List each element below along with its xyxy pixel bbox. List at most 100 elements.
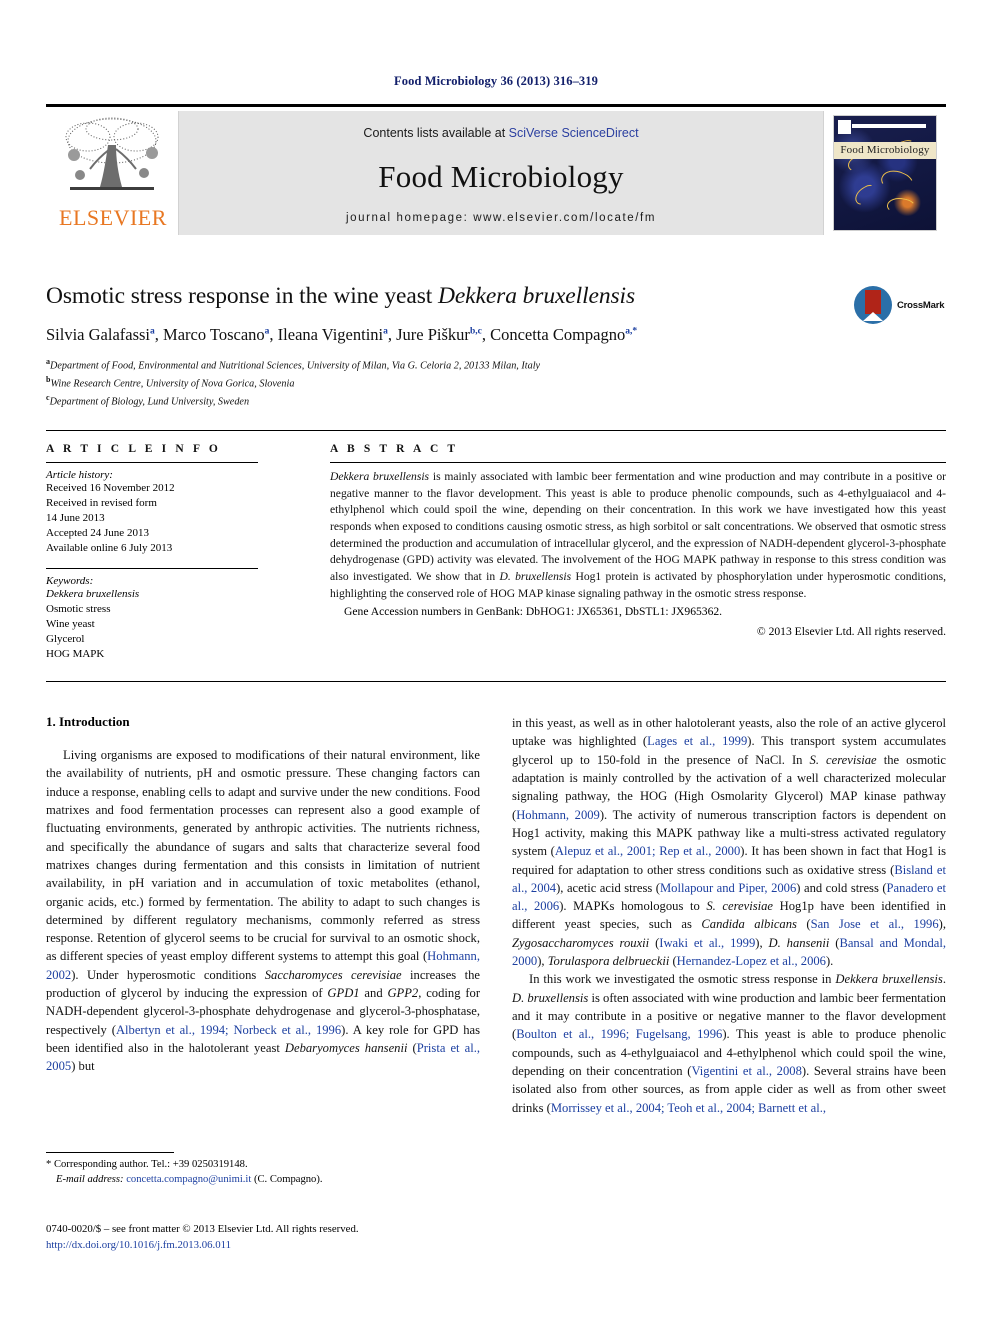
journal-masthead: ELSEVIER Contents lists available at Sci…	[46, 104, 946, 235]
journal-banner: Contents lists available at SciVerse Sci…	[178, 111, 824, 235]
abstract-body: is mainly associated with lambic beer fe…	[330, 470, 946, 584]
accession-gene-1: DbHOG1	[525, 604, 572, 618]
elsevier-tree-icon	[58, 115, 166, 199]
body-column-left: 1. Introduction Living organisms are exp…	[46, 714, 480, 1117]
contents-available-line: Contents lists available at SciVerse Sci…	[179, 126, 823, 140]
accession-number-2: : JX965362.	[665, 604, 723, 618]
journal-title: Food Microbiology	[378, 159, 624, 194]
keyword-item: Osmotic stress	[46, 602, 111, 615]
affiliation-line: aDepartment of Food, Environmental and N…	[46, 356, 946, 374]
author-affiliation-marker: a	[383, 326, 388, 337]
citation-link[interactable]: Hohmann, 2002	[46, 949, 480, 981]
left-column-paragraphs: Living organisms are exposed to modifica…	[46, 746, 480, 1076]
running-head: Food Microbiology 36 (2013) 316–319	[394, 74, 598, 88]
article-info-heading: A R T I C L E I N F O	[46, 443, 221, 455]
citation-link[interactable]: San Jose et al., 1996	[811, 917, 939, 931]
author-name: Silvia Galafassi	[46, 324, 151, 344]
sciencedirect-link[interactable]: SciVerse ScienceDirect	[509, 126, 639, 140]
crossmark-label: CrossMark	[897, 299, 945, 311]
species-name: Candida albicans	[701, 917, 797, 932]
elsevier-logo: ELSEVIER	[46, 111, 178, 235]
citation-link[interactable]: Lages et al., 1999	[647, 734, 747, 748]
crossmark-icon	[854, 286, 892, 324]
abstract-species-lead: Dekkera bruxellensis	[330, 470, 430, 483]
journal-homepage-link[interactable]: journal homepage: www.elsevier.com/locat…	[179, 212, 823, 224]
cover-top-bar	[852, 124, 926, 128]
body-paragraph: in this yeast, as well as in other halot…	[512, 716, 947, 969]
citation-link[interactable]: Alepuz et al., 2001; Rep et al., 2000	[555, 844, 740, 858]
species-name: GPD1	[327, 986, 360, 1001]
cover-filament	[877, 164, 917, 199]
cover-filament	[851, 181, 881, 208]
elsevier-wordmark: ELSEVIER	[59, 205, 167, 230]
journal-cover-thumbnail[interactable]: Food Microbiology	[824, 111, 946, 235]
copyright-line: © 2013 Elsevier Ltd. All rights reserved…	[756, 625, 946, 639]
title-main: Osmotic stress response in the wine yeas…	[46, 283, 438, 309]
species-name: Zygosaccharomyces rouxii	[512, 935, 650, 950]
citation-link[interactable]: Vigentini et al., 2008	[691, 1064, 801, 1078]
article-info-abstract-box: A R T I C L E I N F O Article history: R…	[46, 430, 946, 682]
crossmark-badge-group[interactable]: CrossMark	[854, 285, 946, 325]
email-label: E-mail address:	[56, 1173, 124, 1185]
species-name: S. cerevisiae	[809, 752, 877, 767]
citation-link[interactable]: Boulton et al., 1996; Fugelsang, 1996	[516, 1027, 722, 1041]
article-history-item: Available online 6 July 2013	[46, 541, 173, 554]
citation-link[interactable]: Hohmann, 2009	[516, 808, 600, 822]
issn-line: 0740-0020/$ – see front matter © 2013 El…	[46, 1223, 359, 1235]
citation-link[interactable]: Prista et al., 2005	[46, 1041, 480, 1073]
keyword-lines: Dekkera bruxellensis Osmotic stress Wine y…	[46, 587, 258, 662]
author-name: Jure Piškur	[396, 324, 470, 344]
title-block: Osmotic stress response in the wine yeas…	[46, 283, 946, 410]
affiliation-text: Department of Food, Environmental and Nu…	[50, 360, 541, 372]
author-affiliation-marker: a	[150, 326, 155, 337]
species-name: D. bruxellensis	[512, 990, 589, 1005]
footnote-block: * Corresponding author. Tel.: +39 025031…	[46, 1152, 480, 1188]
journal-article-page: Food Microbiology 36 (2013) 316–319 ELSE…	[0, 0, 992, 1323]
body-paragraph: Living organisms are exposed to modifica…	[46, 748, 481, 1074]
citation-link[interactable]: Albertyn et al., 1994; Norbeck et al., 1…	[116, 1023, 341, 1037]
affiliation-line: cDepartment of Biology, Lund University,…	[46, 392, 946, 410]
citation-link[interactable]: Iwaki et al., 1999	[659, 936, 755, 950]
author-affiliation-marker: a,*	[625, 326, 638, 337]
author-affiliation-marker: a	[264, 326, 270, 337]
author-list: Silvia Galafassia, Marco Toscanoa, Ilean…	[46, 324, 638, 344]
email-link[interactable]: concetta.compagno@unimi.it	[124, 1174, 251, 1185]
keyword-item: HOG MAPK	[46, 647, 105, 660]
species-name: S. cerevisiae	[706, 899, 774, 914]
citation-link[interactable]: Mollapour and Piper, 2006	[660, 881, 796, 895]
title-species: Dekkera bruxellensis	[437, 283, 635, 309]
article-history-lines: Received 16 November 2012 Received in rev…	[46, 481, 258, 556]
article-info-column: A R T I C L E I N F O Article history: R…	[46, 443, 278, 662]
author-name: Ileana Vigentini	[277, 324, 384, 344]
keyword-item: Dekkera bruxellensis	[46, 587, 140, 600]
right-column-paragraphs: in this yeast, as well as in other halot…	[512, 714, 946, 1117]
issn-copyright-block: 0740-0020/$ – see front matter © 2013 El…	[46, 1222, 546, 1253]
keyword-item: Wine yeast	[46, 617, 95, 630]
keywords-label: Keywords:	[46, 574, 94, 587]
abstract-species-mid: D. bruxellensis	[499, 570, 572, 584]
affiliation-list: aDepartment of Food, Environmental and N…	[46, 356, 946, 410]
author-name: Concetta Compagno	[490, 324, 626, 344]
species-name: Torulaspora delbrueckii	[547, 954, 670, 969]
cover-filament	[885, 195, 917, 218]
page-title: Osmotic stress response in the wine yeas…	[46, 283, 946, 311]
affiliation-line: bWine Research Centre, University of Nov…	[46, 374, 946, 392]
citation-link[interactable]: Hernandez-Lopez et al., 2006	[677, 954, 826, 968]
cover-title: Food Microbiology	[834, 142, 936, 159]
doi-link[interactable]: http://dx.doi.org/10.1016/j.fm.2013.06.0…	[46, 1238, 546, 1254]
species-name: Dekkera bruxellensis	[835, 972, 943, 987]
article-history-label: Article history:	[46, 469, 113, 481]
corresponding-author-note: * Corresponding author. Tel.: +39 025031…	[46, 1159, 248, 1170]
section-heading-introduction: 1. Introduction	[46, 714, 130, 729]
species-name: Debaryomyces hansenii	[284, 1041, 408, 1055]
email-suffix: (C. Compagno).	[251, 1173, 323, 1185]
gene-accession-line: Gene Accession numbers in GenBank: DbHOG…	[330, 604, 946, 621]
citation-link[interactable]: Morrissey et al., 2004; Teoh et al., 200…	[551, 1101, 826, 1115]
article-history-item: Received 16 November 2012	[46, 482, 175, 494]
abstract-text: Dekkera bruxellensis is mainly associate…	[330, 469, 946, 603]
body-columns: 1. Introduction Living organisms are exp…	[46, 714, 946, 1117]
article-history-item: 14 June 2013	[46, 511, 105, 524]
author-affiliation-marker: b,c	[469, 326, 482, 337]
divider	[46, 462, 258, 463]
contents-prefix: Contents lists available at	[363, 126, 509, 140]
